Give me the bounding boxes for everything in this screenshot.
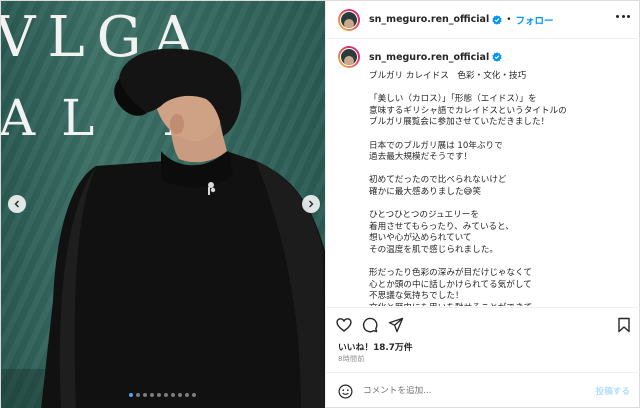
caption-line: 初めてだったので比べられないけど (369, 175, 507, 186)
caption-paragraph: ブルガリ カレイドス 色彩・文化・技巧 (369, 71, 630, 83)
chevron-left-icon (14, 200, 19, 208)
carousel-dot (164, 393, 168, 397)
caption-paragraph: 日本でのブルガリ展は 10年ぶりで 過去最大規模だそうです！ (369, 141, 630, 164)
comment-button[interactable] (362, 317, 378, 333)
verified-badge-icon (492, 14, 502, 25)
comment-input[interactable] (363, 386, 596, 396)
header-separator: • (506, 14, 512, 25)
like-button[interactable] (336, 317, 352, 333)
caption-header: sn_meguro.ren_official (338, 46, 630, 68)
caption-line: 心とか頭の中に話しかけられてる気がして (369, 279, 532, 290)
carousel-dot (129, 393, 133, 397)
carousel-dot (143, 393, 147, 397)
post-header: sn_meguro.ren_official • フォロー (326, 1, 640, 39)
caption-paragraph: ひとつひとつのジュエリーを 着用させてもらったり、みていると、 想いや心が込められて… (369, 210, 630, 256)
next-slide-button[interactable] (302, 195, 320, 213)
carousel-dot (178, 393, 182, 397)
caption-line: 文化と歴史にも思いを馳せることができて (369, 303, 630, 306)
post-timestamp[interactable]: 8時間前 (338, 354, 365, 364)
caption-line: 過去最大規模だそうです！ (369, 152, 473, 163)
caption-line: ブルガリ カレイドス 色彩・文化・技巧 (369, 71, 527, 81)
caption-line: ブルガリ展覧会に参加させていただきました！ (369, 117, 550, 128)
comment-bar: 投稿する (326, 372, 640, 408)
caption-line: 着用させてもらったり、みていると、 (369, 221, 514, 232)
emoji-icon[interactable] (338, 384, 353, 399)
caption-line: 形だったり色彩の深みが目だけじゃなくて (369, 268, 533, 279)
caption-paragraph: 形だったり色彩の深みが目だけじゃなくて 心とか頭の中に話しかけられてる気がして 不思… (369, 268, 630, 306)
post-comment-button[interactable]: 投稿する (596, 385, 630, 397)
bookmark-icon (618, 317, 630, 333)
caption-avatar[interactable] (338, 46, 360, 68)
carousel-dot (136, 393, 140, 397)
action-bar (326, 307, 640, 341)
caption-text: ブルガリ カレイドス 色彩・文化・技巧 「美しい（カロス）」「形態（エイドス）」を… (369, 71, 630, 306)
carousel-dot (185, 393, 189, 397)
carousel-dot (150, 393, 154, 397)
post-details-panel: sn_meguro.ren_official • フォロー sn_meguro.… (325, 1, 640, 408)
more-options-icon[interactable] (616, 15, 630, 19)
caption-scroll-area[interactable]: sn_meguro.ren_official ブルガリ カレイドス 色彩・文化・… (326, 40, 640, 306)
carousel-dot (157, 393, 161, 397)
previous-slide-button[interactable] (8, 195, 26, 213)
carousel-dot (192, 393, 196, 397)
caption-line: 日本でのブルガリ展は 10年ぶりで (369, 140, 503, 151)
caption-paragraph: 「美しい（カロス）」「形態（エイドス）」を 意味するギリシャ語でカレイドスというタ… (369, 94, 630, 129)
avatar[interactable] (338, 8, 360, 31)
comment-icon (362, 317, 378, 333)
chevron-right-icon (309, 200, 314, 208)
caption-line: ひとつひとつのジュエリーを (369, 210, 479, 221)
person-photo (41, 48, 325, 408)
share-button[interactable] (388, 317, 404, 333)
instagram-post: VLGA AL D sn_meguro.ren_official • フォロー … (0, 0, 640, 408)
header-username[interactable]: sn_meguro.ren_official (369, 14, 489, 25)
caption-line: 想いや心が込められていて (369, 233, 472, 244)
caption-line: 意味するギリシャ語でカレイドスというタイトルの (369, 105, 567, 116)
carousel-indicator (129, 393, 196, 397)
carousel-dot (171, 393, 175, 397)
save-button[interactable] (616, 317, 632, 333)
share-icon (388, 317, 404, 333)
caption-line: 不思議な気持ちでした！ (369, 291, 464, 302)
post-media[interactable]: VLGA AL D (1, 1, 325, 408)
follow-button[interactable]: フォロー (516, 13, 554, 27)
heart-icon (336, 318, 352, 332)
caption-line: その温度を肌で感じられました。 (369, 244, 498, 255)
caption-line: 「美しい（カロス）」「形態（エイドス）」を (369, 94, 537, 105)
like-count[interactable]: いいね！18.7万件 (338, 340, 413, 353)
caption-paragraph: 初めてだったので比べられないけど 確かに最大感ありました😅笑 (369, 175, 630, 198)
verified-badge-icon (492, 52, 502, 62)
caption-line: 確かに最大感ありました😅笑 (369, 186, 482, 197)
caption-username[interactable]: sn_meguro.ren_official (369, 52, 489, 63)
